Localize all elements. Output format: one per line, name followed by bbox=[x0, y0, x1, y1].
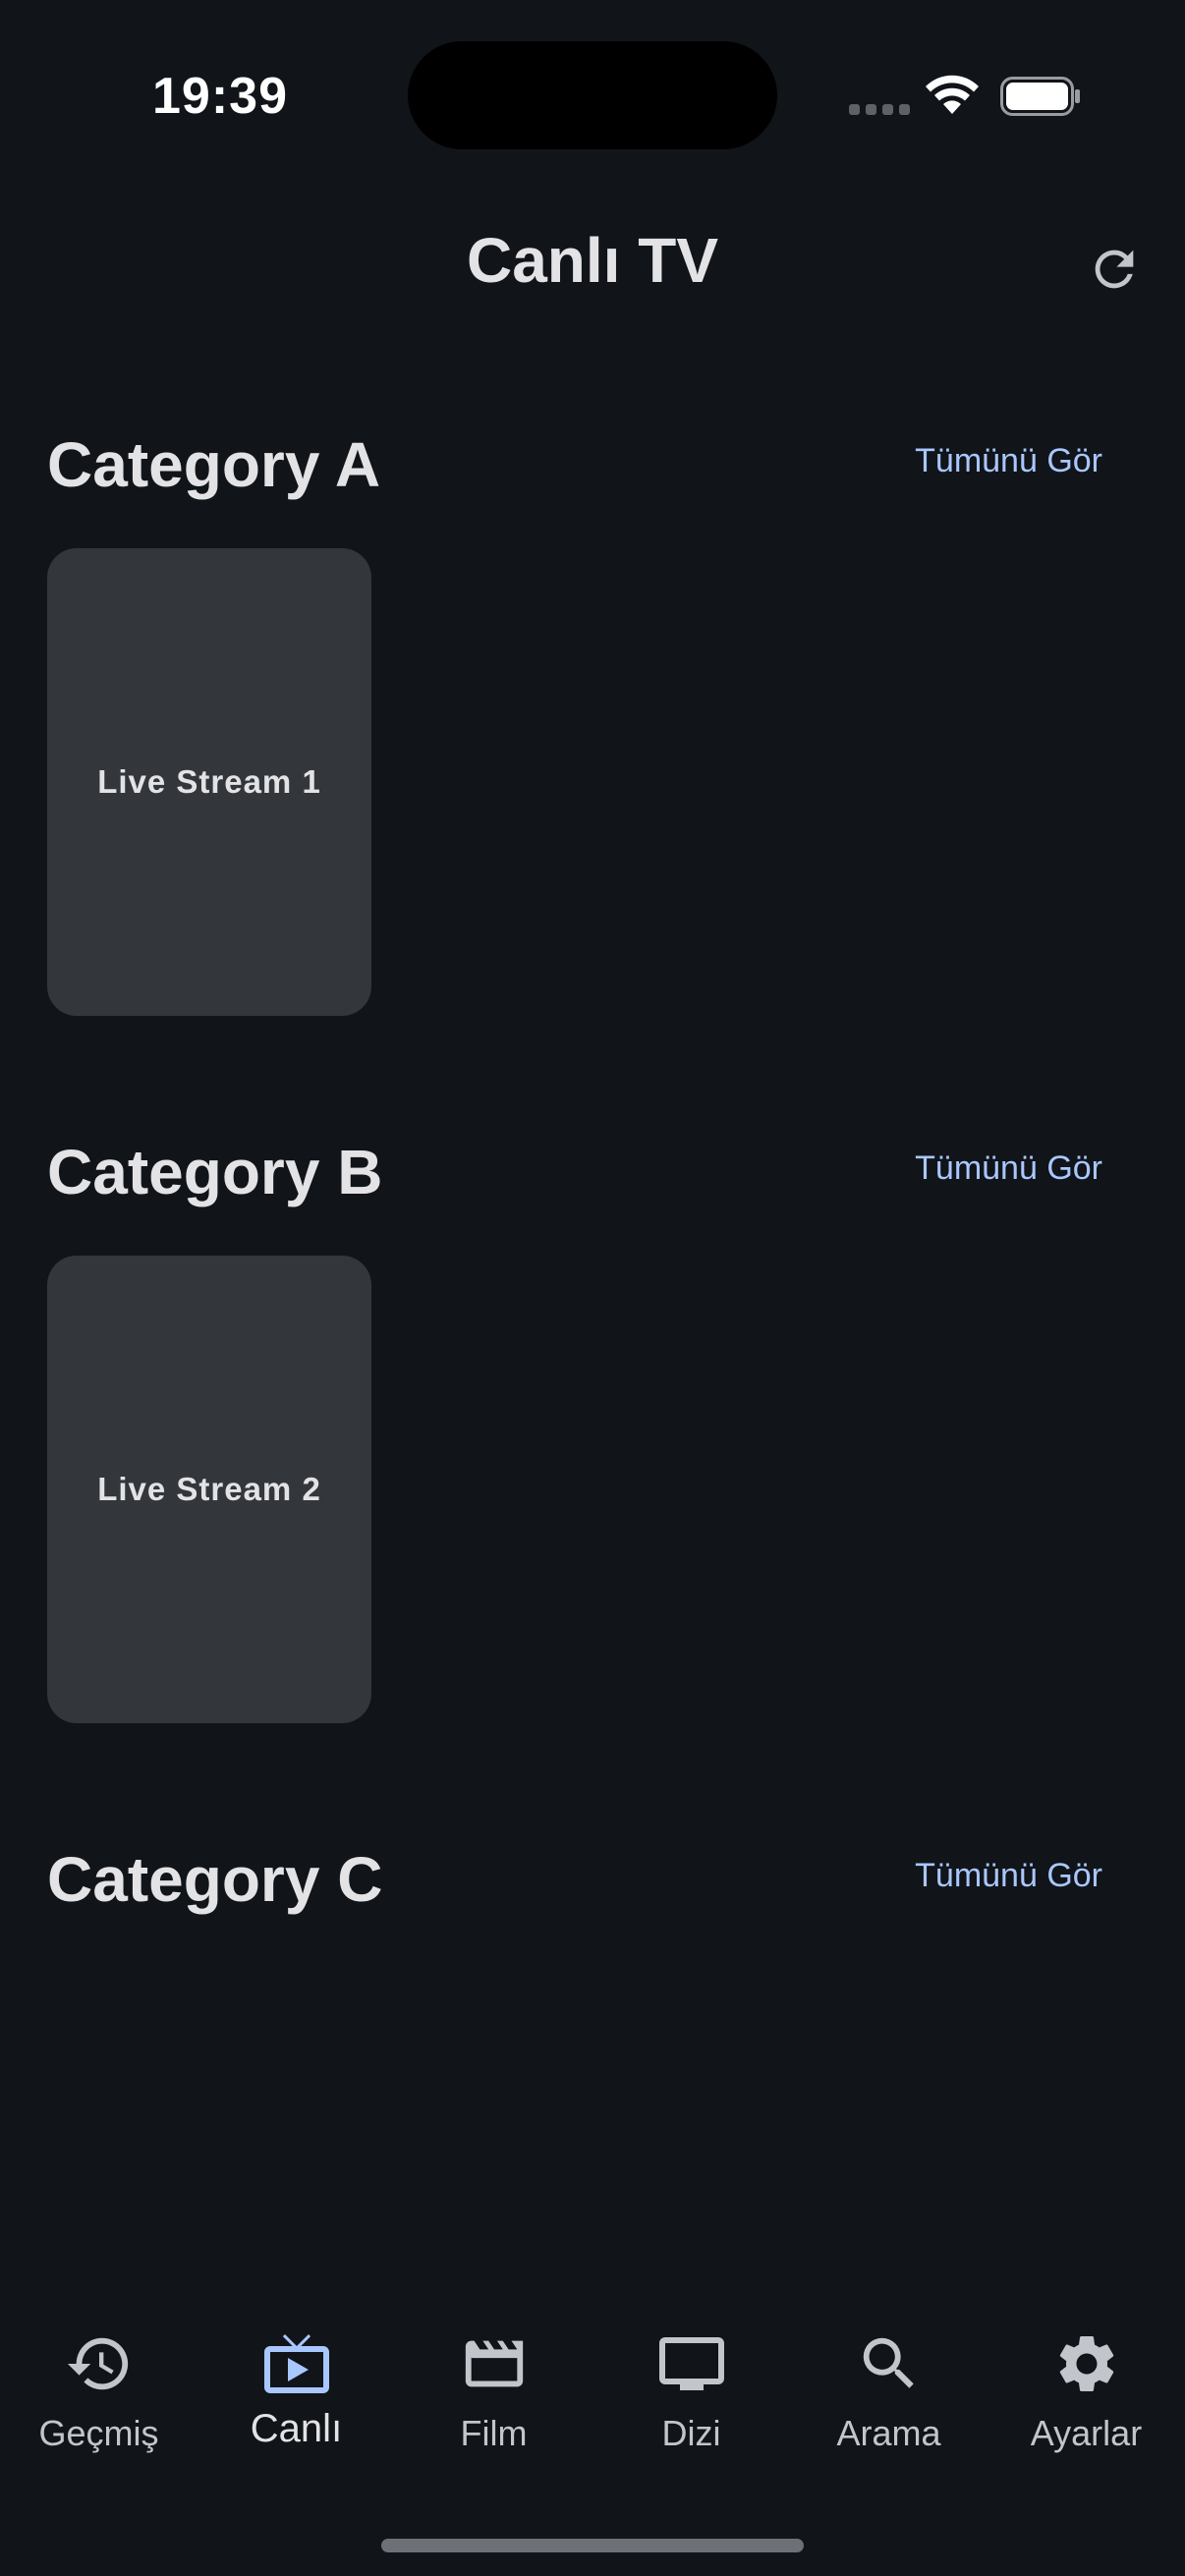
screen: 19:39 Canlı TV Category A Tümünü Gör Liv… bbox=[0, 0, 1185, 2576]
status-time: 19:39 bbox=[152, 68, 288, 125]
battery-icon bbox=[1000, 77, 1080, 116]
nav-item-search[interactable]: Arama bbox=[790, 2309, 988, 2486]
section-title: Category B bbox=[47, 1137, 383, 1207]
history-icon bbox=[67, 2337, 128, 2390]
cellular-signal-icon bbox=[849, 104, 910, 115]
bottom-nav: Geçmiş Canlı Film Dizi Arama Ayarlar bbox=[0, 2309, 1185, 2486]
status-bar: 19:39 bbox=[0, 0, 1185, 187]
dynamic-island bbox=[408, 41, 777, 149]
tv-monitor-icon bbox=[658, 2337, 724, 2390]
live-tv-icon bbox=[263, 2334, 329, 2393]
nav-item-settings[interactable]: Ayarlar bbox=[988, 2309, 1185, 2486]
stream-card[interactable]: Live Stream 2 bbox=[47, 1256, 371, 1723]
nav-label: Film bbox=[460, 2413, 528, 2453]
movie-clapper-icon bbox=[465, 2340, 523, 2387]
nav-item-film[interactable]: Film bbox=[395, 2309, 592, 2486]
stream-card-label: Live Stream 1 bbox=[97, 763, 321, 800]
see-all-link[interactable]: Tümünü Gör bbox=[915, 1857, 1102, 1895]
nav-item-series[interactable]: Dizi bbox=[592, 2309, 790, 2486]
nav-label: Ayarlar bbox=[1030, 2413, 1143, 2453]
nav-label: Dizi bbox=[661, 2413, 721, 2453]
home-indicator bbox=[381, 2539, 804, 2552]
see-all-link[interactable]: Tümünü Gör bbox=[915, 1149, 1102, 1188]
section-title: Category A bbox=[47, 429, 381, 500]
refresh-button[interactable] bbox=[1081, 236, 1148, 303]
stream-card-label: Live Stream 2 bbox=[97, 1471, 321, 1507]
nav-label: Arama bbox=[836, 2413, 941, 2453]
section-title: Category C bbox=[47, 1844, 383, 1915]
nav-item-history[interactable]: Geçmiş bbox=[0, 2309, 198, 2486]
nav-item-live[interactable]: Canlı bbox=[198, 2309, 395, 2486]
gear-icon bbox=[1059, 2336, 1113, 2391]
stream-card[interactable]: Live Stream 1 bbox=[47, 548, 371, 1016]
page-title: Canlı TV bbox=[466, 225, 719, 296]
nav-label: Geçmiş bbox=[38, 2413, 159, 2453]
wifi-icon bbox=[926, 75, 979, 114]
refresh-icon bbox=[1095, 250, 1134, 289]
search-icon bbox=[863, 2337, 914, 2388]
nav-label: Canlı bbox=[250, 2407, 343, 2450]
see-all-link[interactable]: Tümünü Gör bbox=[915, 442, 1102, 480]
